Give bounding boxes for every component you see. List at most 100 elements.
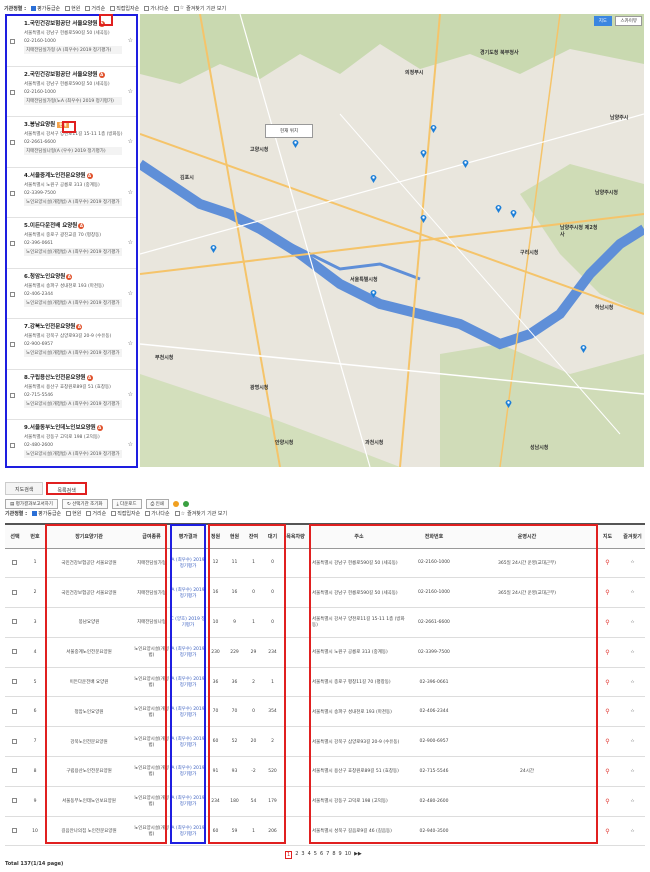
map-pin-icon[interactable]: ⚲ [605,619,609,626]
facility-name-cell[interactable]: 구립용산노인전문요양원 [45,756,133,787]
favorite-star-icon[interactable]: ☆ [128,391,133,398]
item-checkbox[interactable] [10,291,15,297]
item-checkbox[interactable] [10,190,15,196]
next-page-icon[interactable]: ▶▶ [354,851,362,859]
row-checkbox[interactable] [12,559,17,565]
map-pin-icon[interactable] [430,124,437,133]
map-pin-icon[interactable]: ⚲ [605,798,609,805]
page-link[interactable]: 8 [332,851,335,859]
column-header[interactable]: 대기 [263,523,282,549]
sort-option-distance[interactable]: 거리순 [85,5,105,12]
favorite-cell[interactable]: ☆ [620,816,645,847]
map-pin-icon[interactable] [495,204,502,213]
column-header[interactable]: 주소 [309,523,409,549]
table-row[interactable]: 2 국민건강보험공단 서울요양원 치매전담실가형 A (최우수) 2019 정기… [5,577,645,609]
item-checkbox[interactable] [10,241,15,246]
checkbox[interactable] [31,5,37,11]
favorite-cell[interactable]: ☆ [620,756,645,787]
page-link[interactable]: 7 [326,851,329,859]
sort-option-grade[interactable]: 평가등급순 [32,510,61,517]
map-pin-icon[interactable]: ⚲ [605,768,609,775]
list-item[interactable]: 6.청암노인요양원 A 서울특별시 송파구 성내천로 193 (마천동) 02-4… [7,269,136,319]
green-dot-icon[interactable] [182,501,189,507]
map-cell[interactable]: ⚲ [595,816,620,847]
facility-name[interactable]: 6.청암노인요양원 A [24,272,122,280]
facility-name[interactable]: 2.국민건강보험공단 서울요양원 A [24,70,122,78]
map-pin-icon[interactable] [462,159,469,168]
map-pin-icon[interactable]: ⚲ [605,828,609,835]
map-pin-icon[interactable] [370,289,377,298]
checkbox[interactable] [85,5,91,11]
select-cell[interactable] [5,577,25,609]
sort-option-direct[interactable]: 직접입자순 [111,510,140,517]
facility-name[interactable]: 9.서울동부노인데노인보요양원 A [24,423,122,431]
favorite-star-icon[interactable]: ☆ [630,590,634,595]
map-cell[interactable]: ⚲ [595,637,620,668]
favorite-star-icon[interactable]: ☆ [128,340,133,347]
checkbox[interactable] [173,5,179,11]
checkbox[interactable] [110,5,116,11]
column-header[interactable]: 운영시간 [459,523,595,549]
page-link[interactable]: 6 [320,851,323,859]
favorite-cell[interactable]: ☆ [620,548,645,579]
sort-option-alpha[interactable]: 가나다순 [144,5,169,12]
map-pin-icon[interactable] [510,209,517,218]
table-row[interactable]: 1 국민건강보험공단 서울요양원 치매전담실가형 A (최우수) 2019 정기… [5,548,645,579]
map-pin-icon[interactable]: ⚲ [605,738,609,745]
select-cell[interactable] [5,637,25,668]
facility-name-cell[interactable]: 서울중계노인전문요양원 [45,637,133,668]
facility-name-cell[interactable]: 이든다운전배 요양원 [45,667,133,698]
favorite-star-icon[interactable]: ☆ [128,37,133,44]
facility-name[interactable]: 7.강북노인전문요양원 A [24,322,122,330]
map-cell[interactable]: ⚲ [595,667,620,698]
table-row[interactable]: 5 이든다운전배 요양원 노인요양시설(개정법) A (최우수) 2019 정기… [5,667,645,698]
print-button[interactable]: ⎙ 인쇄 [145,499,169,509]
map-cell[interactable]: ⚲ [595,548,620,579]
page-link[interactable]: 4 [308,851,311,859]
checkbox[interactable] [65,5,71,11]
favorite-star-icon[interactable]: ☆ [630,829,634,834]
print-report-button[interactable]: ▤ 평가결과보고서하기 [5,499,58,509]
column-header[interactable]: 현원 [225,523,244,549]
favorite-star-icon[interactable]: ☆ [630,769,634,774]
map-cell[interactable]: ⚲ [595,696,620,728]
favorite-star-icon[interactable]: ☆ [630,680,634,685]
select-cell[interactable] [5,816,25,847]
facility-name[interactable]: 4.서울중계노인전문요양원 A [24,171,122,179]
select-cell[interactable] [5,667,25,698]
map-pin-icon[interactable] [580,344,587,353]
map-pin-icon[interactable] [210,244,217,253]
facility-name-cell[interactable]: 봉남요양원 [45,607,133,638]
map-cell[interactable]: ⚲ [595,756,620,787]
item-checkbox[interactable] [10,342,15,347]
column-header[interactable]: 정원 [206,523,225,549]
column-header[interactable]: 목욕차량 [282,523,309,549]
sort-option-grade[interactable]: 평가등급순 [31,5,60,12]
facility-name-cell[interactable]: 서울동부노인데노인보요양원 [45,786,133,817]
item-checkbox[interactable] [10,39,15,44]
checkbox[interactable] [32,511,38,516]
select-cell[interactable] [5,786,25,817]
column-header[interactable]: 선택 [5,523,25,549]
facility-name[interactable]: 3.봉남요양원 현재 [24,120,122,128]
column-header[interactable]: 급여종류 [133,523,170,549]
facility-name[interactable]: 8.구립용산노인전문요양원 A [24,373,122,381]
favorite-star-icon[interactable]: ☆ [128,88,133,95]
favorite-star-icon[interactable]: ☆ [128,189,133,196]
favorite-star-icon[interactable]: ☆ [128,290,133,297]
table-row[interactable]: 3 봉남요양원 치매전담실나형 C (양호) 2019 정기평가 10 9 1 … [5,607,645,638]
column-header[interactable]: 잔여 [244,523,263,549]
checkbox[interactable] [145,511,151,516]
favorite-cell[interactable]: ☆ [620,637,645,668]
list-item[interactable]: 5.이든다운전배 요양원 A 서울특별시 중로구 광진교길 70 (평창동) 02… [7,218,136,269]
favorite-cell[interactable]: ☆ [620,726,645,758]
row-checkbox[interactable] [12,798,17,804]
favorite-star-icon[interactable]: ☆ [630,709,634,714]
list-item[interactable]: 4.서울중계노인전문요양원 A 서울특별시 노원구 공릉로 313 (중계동) 0… [7,168,136,218]
favorite-star-icon[interactable]: ☆ [630,799,634,804]
sort-option-direct[interactable]: 직접입자순 [110,5,139,12]
row-checkbox[interactable] [12,768,17,774]
row-checkbox[interactable] [12,738,17,744]
item-checkbox[interactable] [10,392,15,398]
select-cell[interactable] [5,548,25,579]
